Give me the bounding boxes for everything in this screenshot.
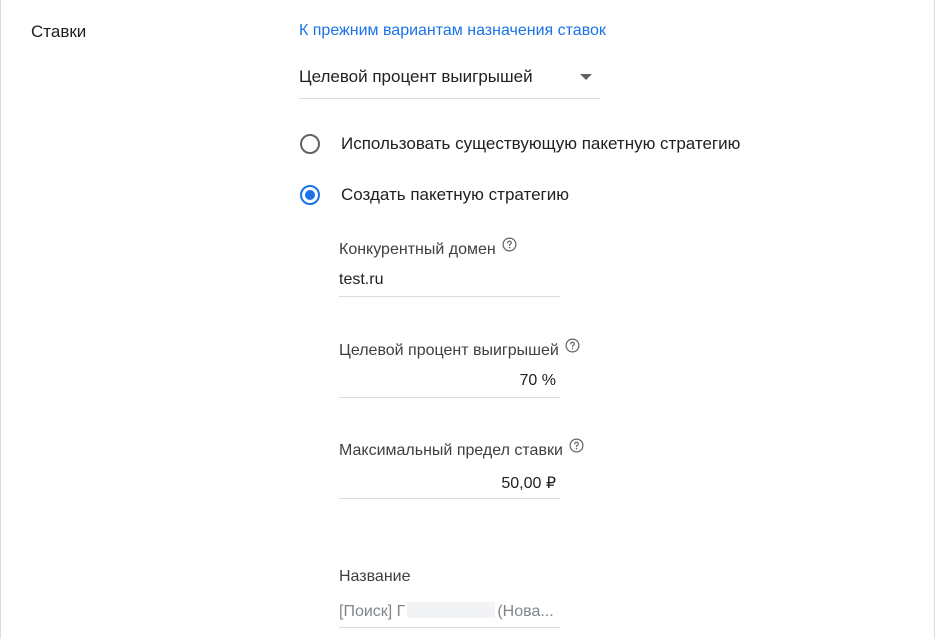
target-win-rate-value: 70 % — [519, 372, 556, 389]
max-bid-limit-label: Максимальный предел ставки — [339, 438, 584, 460]
target-win-rate-label: Целевой процент выигрышей — [339, 338, 580, 360]
radio-unchecked-icon[interactable] — [300, 134, 320, 154]
radio-label: Создать пакетную стратегию — [341, 185, 569, 204]
help-circle-icon[interactable] — [502, 237, 517, 252]
max-bid-limit-input[interactable]: 50,00 ₽ — [339, 468, 560, 499]
help-circle-icon[interactable] — [569, 438, 584, 453]
radio-checked-icon[interactable] — [300, 185, 320, 205]
help-circle-icon[interactable] — [565, 338, 580, 353]
target-win-rate-input[interactable]: 70 % — [339, 367, 560, 398]
competitor-domain-input[interactable]: test.ru — [339, 266, 560, 297]
panel-right-border — [934, 0, 935, 639]
name-input[interactable]: [Поиск] Г (Нова... — [339, 597, 560, 628]
name-value-prefix: [Поиск] Г — [339, 603, 406, 620]
radio-label: Использовать существующую пакетную страт… — [341, 134, 741, 153]
target-win-rate-label-text: Целевой процент выигрышей — [339, 342, 559, 359]
panel-left-border — [0, 0, 1, 639]
name-label: Название — [339, 568, 411, 585]
max-bid-limit-value: 50,00 ₽ — [501, 475, 556, 492]
competitor-domain-label: Конкурентный домен — [339, 237, 517, 259]
max-bid-limit-label-text: Максимальный предел ставки — [339, 442, 563, 459]
legacy-bidding-link[interactable]: К прежним вариантам назначения ставок — [299, 22, 606, 40]
competitor-domain-value: test.ru — [339, 271, 384, 288]
caret-down-icon — [580, 74, 592, 80]
competitor-domain-label-text: Конкурентный домен — [339, 241, 496, 258]
redacted-block — [407, 602, 496, 618]
name-value-suffix: (Нова... — [497, 603, 554, 620]
name-value: [Поиск] Г (Нова... — [339, 602, 554, 621]
bid-strategy-select-value: Целевой процент выигрышей — [299, 67, 533, 86]
section-label: Ставки — [31, 22, 87, 41]
bid-strategy-select[interactable]: Целевой процент выигрышей — [299, 58, 600, 99]
